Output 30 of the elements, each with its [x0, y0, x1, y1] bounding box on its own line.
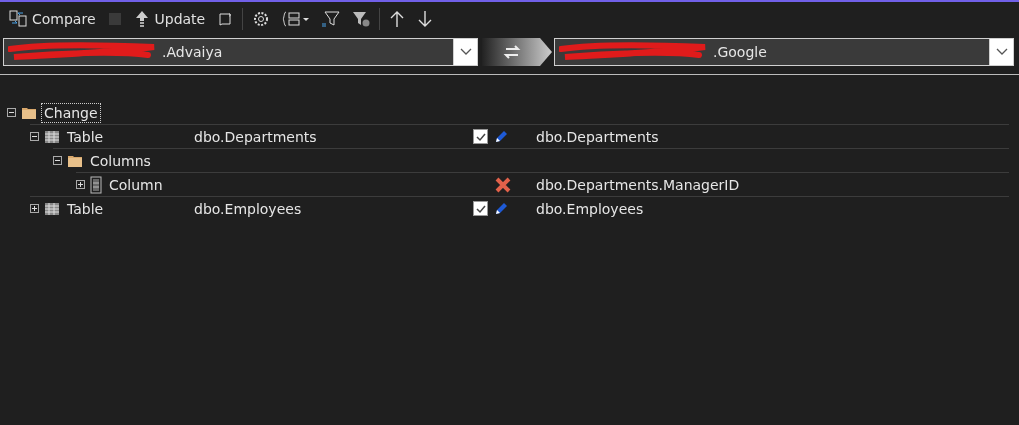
source-name: dbo.Departments — [194, 128, 317, 145]
compare-button[interactable]: Compare — [6, 5, 99, 32]
upload-arrow-icon — [133, 9, 150, 28]
collapse-icon[interactable] — [7, 108, 16, 117]
expand-icon[interactable] — [30, 204, 39, 213]
target-name: dbo.Employees — [536, 200, 644, 217]
target-dropdown[interactable]: .Google — [554, 38, 1014, 66]
target-name: dbo.Departments — [536, 128, 659, 145]
table-icon — [44, 128, 60, 145]
update-button[interactable]: Update — [130, 5, 209, 32]
checkbox[interactable] — [473, 129, 488, 144]
source-value: .Advaiya — [162, 44, 223, 60]
source-name: dbo.Employees — [194, 200, 302, 217]
node-label[interactable]: Columns — [88, 151, 153, 170]
node-label[interactable]: Column — [107, 175, 165, 194]
target-name: dbo.Departments.ManagerID — [536, 176, 740, 193]
node-label[interactable]: Change — [42, 103, 100, 122]
collapse-icon[interactable] — [30, 132, 39, 141]
source-dropdown[interactable]: .Advaiya — [3, 38, 478, 66]
column-icon — [90, 175, 102, 194]
chevron-down-icon — [995, 48, 1008, 56]
target-value: .Google — [713, 44, 767, 60]
compare-icon — [9, 9, 27, 28]
checkbox[interactable] — [473, 201, 488, 216]
collapse-icon[interactable] — [53, 156, 62, 165]
node-label[interactable]: Table — [65, 199, 106, 218]
node-label[interactable]: Table — [65, 127, 106, 146]
expand-icon[interactable] — [76, 180, 85, 189]
chevron-down-icon — [459, 48, 472, 56]
table-icon — [44, 200, 60, 217]
